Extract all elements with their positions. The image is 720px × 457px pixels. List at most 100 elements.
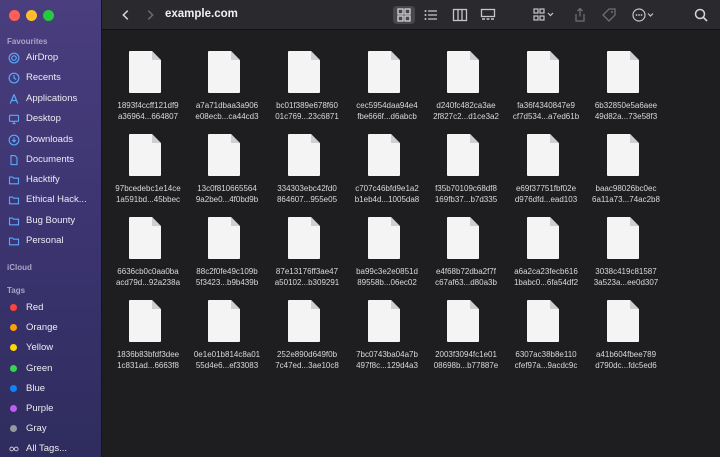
file-item[interactable]: 88c2f0fe49c109b 5f3423...b9b439b: [187, 203, 267, 287]
file-item[interactable]: cec5954daa94e4 fbe666f...d6abcb: [347, 37, 427, 121]
tag-icon: [602, 8, 616, 22]
file-item[interactable]: 1893f4ccff121df9 a36964...664807: [108, 37, 188, 121]
folder-icon: [8, 194, 20, 206]
file-name-line2: d790dc...fdc5ed6: [595, 361, 657, 370]
file-name-line1: e69f37751fbf02e: [515, 184, 577, 193]
file-item[interactable]: 0e1e01b814c8a01 55d4e6...ef33083: [187, 286, 267, 370]
file-item[interactable]: a41b604fbee789 d790dc...fdc5ed6: [586, 286, 666, 370]
file-item[interactable]: c707c46bfd9e1a2 b1eb4d...1005da8: [347, 120, 427, 204]
file-item[interactable]: 252e890d649f0b 7c47ed...3ae10c8: [267, 286, 347, 370]
sidebar-item-applications[interactable]: Applications: [0, 89, 101, 108]
file-item[interactable]: e69f37751fbf02e d976dfd...ead103: [506, 120, 586, 204]
document-fold: [311, 300, 320, 309]
file-item[interactable]: 13c0f810665564 9a2be0...4f0bd9b: [187, 120, 267, 204]
file-item[interactable]: 334303ebc42fd0 864607...955e05: [267, 120, 347, 204]
file-name-line1: 1893f4ccff121df9: [117, 101, 179, 110]
document-fold: [391, 134, 400, 143]
file-item[interactable]: baac98026bc0ec 6a11a73...74ac2b8: [586, 120, 666, 204]
zoom-window-button[interactable]: [43, 10, 54, 21]
document-fold: [550, 51, 559, 60]
sidebar-item-label: Ethical Hack...: [26, 194, 87, 205]
back-button[interactable]: [116, 5, 136, 25]
more-actions-button[interactable]: [630, 6, 656, 24]
all-tags-icon: [8, 443, 20, 455]
sidebar-item-ethical-hacking[interactable]: Ethical Hack...: [0, 190, 101, 209]
sidebar-item-airdrop[interactable]: AirDrop: [0, 48, 101, 67]
file-item[interactable]: 3038c419c81587 3a523a...ee0d307: [586, 203, 666, 287]
file-name: 87e13176ff3ae47 a50102...b309291: [267, 266, 347, 288]
document-fold: [630, 51, 639, 60]
tag-button[interactable]: [600, 6, 618, 24]
file-item[interactable]: 2003f3094fc1e01 08698b...b77887e: [426, 286, 506, 370]
desktop-icon: [8, 113, 20, 125]
share-button[interactable]: [572, 6, 588, 24]
column-view-icon: [452, 8, 468, 22]
file-item[interactable]: 6307ac38b8e110 cfef97a...9acdc9c: [506, 286, 586, 370]
sidebar-item-label: Bug Bounty: [26, 215, 76, 226]
document-fold: [231, 134, 240, 143]
sidebar-item-hacktify[interactable]: Hacktify: [0, 170, 101, 189]
file-name: baac98026bc0ec 6a11a73...74ac2b8: [586, 183, 666, 205]
sidebar-tag-green[interactable]: Green: [0, 359, 101, 378]
file-item[interactable]: 87e13176ff3ae47 a50102...b309291: [267, 203, 347, 287]
tag-color-dot: [10, 425, 17, 432]
document-fold: [550, 134, 559, 143]
gallery-view-button[interactable]: [479, 6, 497, 24]
sidebar-item-label: Personal: [26, 235, 64, 246]
tag-color-dot: [10, 304, 17, 311]
chevron-left-icon: [122, 10, 129, 20]
file-item[interactable]: fa36f4340847e9 cf7d534...a7ed61b: [506, 37, 586, 121]
file-item[interactable]: 97bcedebc1e14ce 1a591bd...45bbec: [108, 120, 188, 204]
grid-view-button[interactable]: [393, 6, 415, 24]
forward-button[interactable]: [140, 5, 160, 25]
file-item[interactable]: 7bc0743ba04a7b 497f8c...129d4a3: [347, 286, 427, 370]
file-item[interactable]: f35b70109c68df8 169fb37...b7d335: [426, 120, 506, 204]
file-item[interactable]: ba99c3e2e0851d 89558b...06ec02: [347, 203, 427, 287]
document-fold: [311, 134, 320, 143]
file-name: 2003f3094fc1e01 08698b...b77887e: [426, 349, 506, 371]
sidebar-item-bug-bounty[interactable]: Bug Bounty: [0, 211, 101, 230]
document-fold: [311, 217, 320, 226]
file-item[interactable]: bc01f389e678f60 01c769...23c6871: [267, 37, 347, 121]
folder-icon: [8, 235, 20, 247]
file-name: ba99c3e2e0851d 89558b...06ec02: [347, 266, 427, 288]
file-item[interactable]: 1836b83bfdf3dee 1c831ad...6663f8: [108, 286, 188, 370]
sidebar-item-desktop[interactable]: Desktop: [0, 109, 101, 128]
document-icon: [8, 154, 20, 166]
sidebar-item-downloads[interactable]: Downloads: [0, 130, 101, 149]
file-item[interactable]: 6b32850e5a6aee 49d82a...73e58f3: [586, 37, 666, 121]
sidebar-item-documents[interactable]: Documents: [0, 150, 101, 169]
sidebar-item-label: Gray: [26, 423, 47, 434]
file-name-line1: bc01f389e678f60: [276, 101, 338, 110]
document-fold: [152, 51, 161, 60]
sidebar-item-personal[interactable]: Personal: [0, 231, 101, 250]
document-fold: [470, 134, 479, 143]
sidebar-tag-gray[interactable]: Gray: [0, 419, 101, 438]
list-view-button[interactable]: [422, 6, 440, 24]
file-name-line1: fa36f4340847e9: [517, 101, 575, 110]
sidebar-tag-all[interactable]: All Tags...: [0, 439, 101, 457]
close-window-button[interactable]: [9, 10, 20, 21]
sidebar-tag-yellow[interactable]: Yellow: [0, 338, 101, 357]
file-item[interactable]: a6a2ca23fecb616 1babc0...6fa54df2: [506, 203, 586, 287]
search-button[interactable]: [692, 6, 710, 24]
file-name-line1: 2003f3094fc1e01: [435, 350, 497, 359]
grid-view-icon: [397, 8, 411, 22]
file-item[interactable]: e4f68b72dba2f7f c67af63...d80a3b: [426, 203, 506, 287]
sidebar-tag-purple[interactable]: Purple: [0, 399, 101, 418]
sidebar-tag-red[interactable]: Red: [0, 298, 101, 317]
file-name-line1: 88c2f0fe49c109b: [196, 267, 258, 276]
file-item[interactable]: 6636cb0c0aa0ba acd79d...92a238a: [108, 203, 188, 287]
minimize-window-button[interactable]: [26, 10, 37, 21]
sidebar-item-label: Purple: [26, 403, 54, 414]
file-item[interactable]: d240fc482ca3ae 2f827c2...d1ce3a2: [426, 37, 506, 121]
group-button[interactable]: [532, 6, 556, 24]
sidebar-tag-orange[interactable]: Orange: [0, 318, 101, 337]
sidebar-item-recents[interactable]: Recents: [0, 68, 101, 87]
sidebar-tag-blue[interactable]: Blue: [0, 379, 101, 398]
file-name: 6307ac38b8e110 cfef97a...9acdc9c: [506, 349, 586, 371]
tag-color-dot: [10, 405, 17, 412]
column-view-button[interactable]: [451, 6, 469, 24]
document-fold: [630, 217, 639, 226]
file-item[interactable]: a7a71dbaa3a906 e08ecb...ca44cd3: [187, 37, 267, 121]
